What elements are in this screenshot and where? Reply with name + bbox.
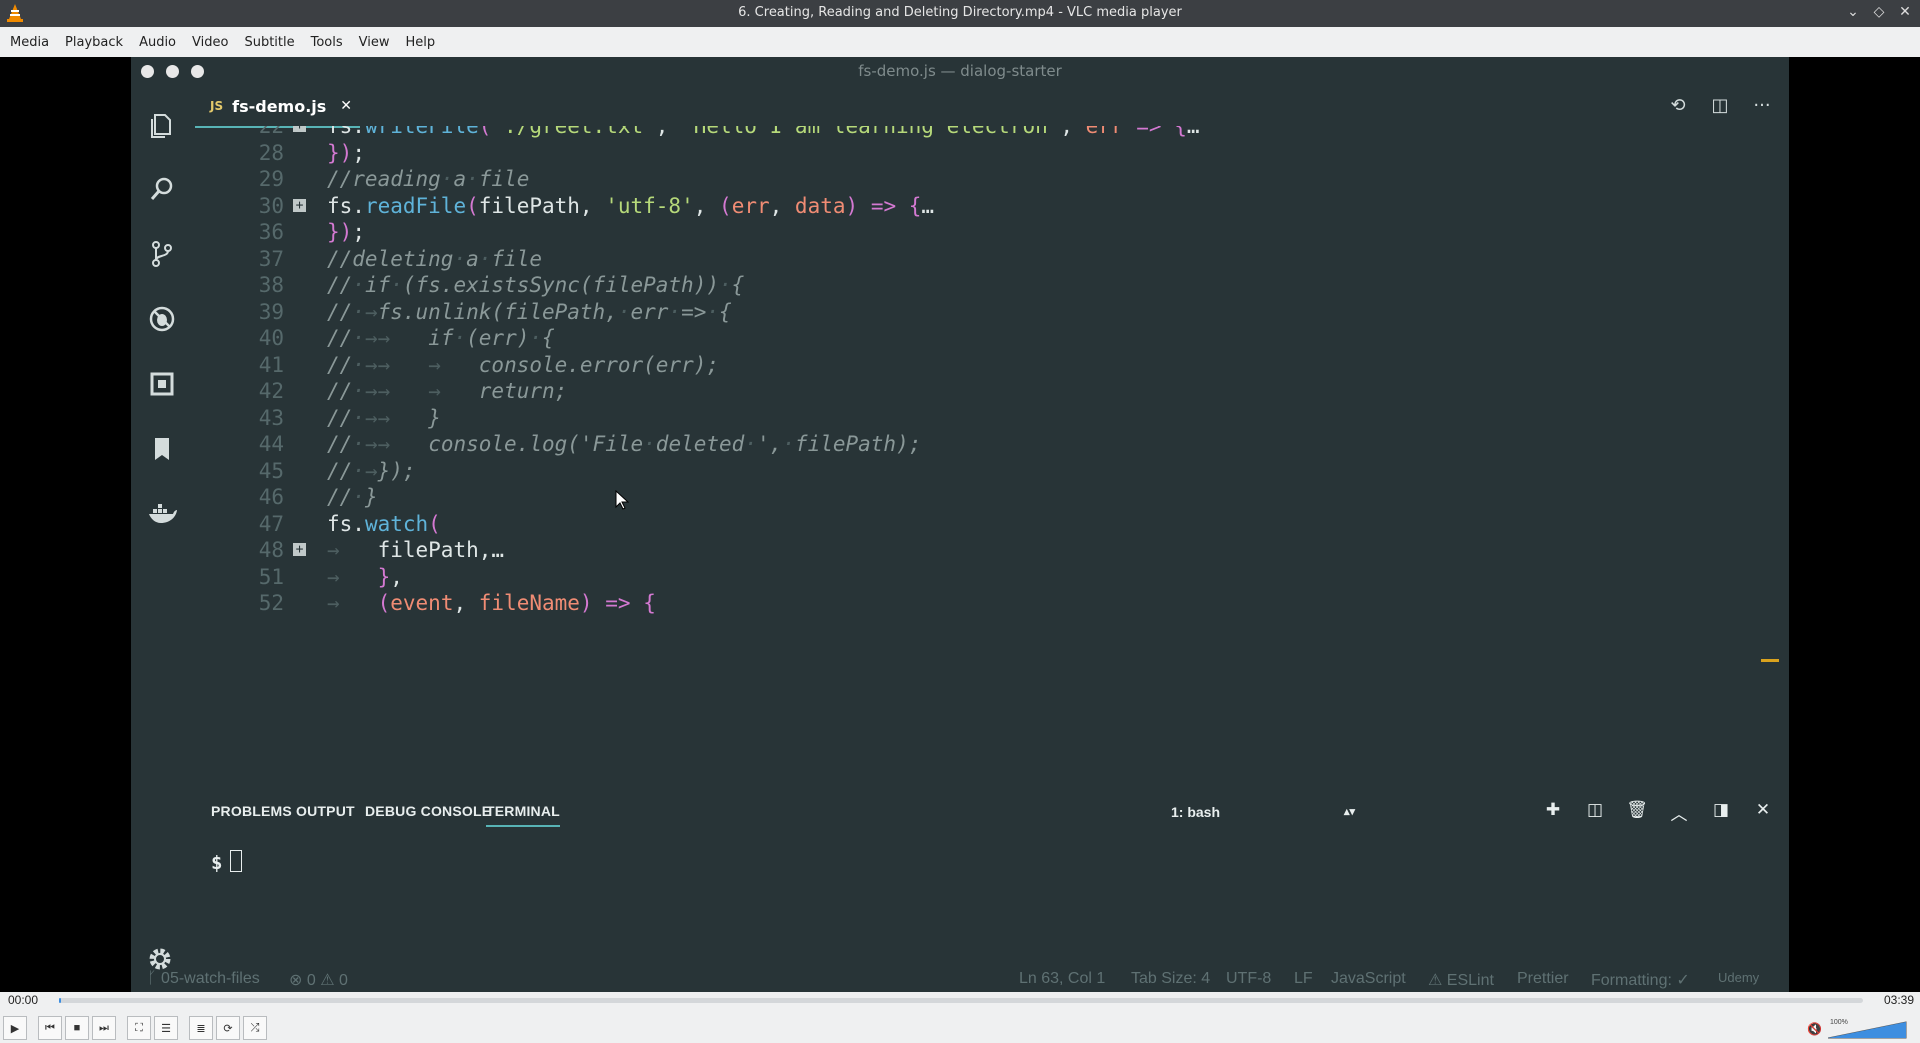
- bookmark-icon: [145, 432, 179, 466]
- terminal-select[interactable]: 1: bash ▴▾: [1163, 799, 1363, 825]
- branch-name: 05-watch-files: [161, 970, 260, 987]
- loop-icon[interactable]: ⟳: [216, 1016, 240, 1040]
- new-terminal-icon[interactable]: ✚: [1541, 800, 1565, 825]
- terminal-prompt-line[interactable]: $: [211, 850, 243, 874]
- vlc-titlebar: 6. Creating, Reading and Deleting Direct…: [0, 0, 1920, 27]
- terminal-select-value: 1: bash: [1171, 804, 1221, 820]
- menu-playback[interactable]: Playback: [57, 35, 131, 50]
- vscode-title: fs-demo.js — dialog-starter: [858, 62, 1062, 80]
- formatting-status[interactable]: Formatting: ✓: [1591, 970, 1690, 990]
- close-panel-icon[interactable]: ✕: [1751, 800, 1775, 825]
- error-count: 0: [306, 972, 316, 989]
- tab-size[interactable]: Tab Size: 4: [1131, 970, 1210, 988]
- vscode-titlebar: fs-demo.js — dialog-starter: [131, 57, 1789, 86]
- extended-settings-icon[interactable]: ☰: [154, 1016, 178, 1040]
- tab-close-icon[interactable]: ✕: [340, 98, 352, 114]
- volume-slider[interactable]: 100%: [1828, 1016, 1908, 1040]
- seek-fill: [59, 998, 61, 1003]
- panel-layout-icon[interactable]: ◨: [1709, 800, 1733, 825]
- play-icon[interactable]: ▶: [3, 1016, 27, 1040]
- tab-label: fs-demo.js: [232, 96, 327, 116]
- next-icon[interactable]: ⏭: [92, 1016, 116, 1040]
- terminal-prompt: $: [211, 852, 223, 874]
- vlc-controls: 00:00 03:39 ▶ ⏮ ■ ⏭ ⛶ ☰ ≣ ⟳ ⤮ 🔇 100%: [0, 992, 1920, 1043]
- playlist-icon[interactable]: ≣: [189, 1016, 213, 1040]
- branch-indicator[interactable]: ᚴ 05-watch-files: [147, 970, 260, 988]
- window-title: 6. Creating, Reading and Deleting Direct…: [738, 5, 1182, 20]
- warning-icon: ⚠: [1428, 972, 1447, 989]
- branch-icon: ᚴ: [147, 970, 162, 987]
- language-mode[interactable]: JavaScript: [1331, 970, 1406, 988]
- code-line[interactable]: 52 → (event, fileName) => {: [195, 587, 1595, 619]
- fold-expand-icon[interactable]: +: [293, 126, 306, 132]
- status-bar: ᚴ 05-watch-files ⊗ 0 ⚠ 0 Ln 63, Col 1 Ta…: [131, 968, 1789, 992]
- muted-speaker-icon[interactable]: 🔇: [1807, 1022, 1822, 1036]
- volume-label: 100%: [1830, 1019, 1848, 1026]
- minimap-marker: [1761, 659, 1779, 662]
- menu-media[interactable]: Media: [2, 35, 57, 50]
- close-dot-icon: [141, 65, 154, 78]
- shuffle-icon[interactable]: ⤮: [243, 1016, 267, 1040]
- code-text: → (event, fileName) => {: [327, 591, 656, 615]
- maximize-dot-icon: [191, 65, 204, 78]
- seek-slider[interactable]: [59, 998, 1863, 1003]
- more-actions-icon[interactable]: ···: [1751, 95, 1773, 116]
- menu-video[interactable]: Video: [184, 35, 236, 50]
- cursor-position[interactable]: Ln 63, Col 1: [1019, 970, 1105, 988]
- terminal-cursor: [230, 850, 243, 872]
- fold-expand-icon[interactable]: +: [293, 543, 306, 556]
- files-icon: [145, 108, 179, 142]
- previous-icon[interactable]: ⏮: [38, 1016, 62, 1040]
- stop-icon[interactable]: ■: [65, 1016, 89, 1040]
- source-control-icon: [145, 237, 179, 271]
- tab-debug-console[interactable]: DEBUG CONSOLE: [365, 803, 491, 819]
- eslint-label: ESLint: [1446, 972, 1494, 989]
- minimize-icon[interactable]: ⌄: [1844, 4, 1862, 20]
- line-number: 52: [258, 591, 284, 615]
- trash-icon[interactable]: 🗑: [1625, 800, 1649, 825]
- warning-icon: ⚠: [315, 972, 339, 989]
- menu-help[interactable]: Help: [398, 35, 444, 50]
- open-changes-icon[interactable]: ⟲: [1667, 95, 1689, 116]
- editor-tabbar: JS fs-demo.js ✕ ⟲ ◫ ···: [195, 86, 1789, 128]
- warning-count: 0: [339, 972, 348, 989]
- video-area[interactable]: fs-demo.js — dialog-starter JS fs-demo.j…: [0, 57, 1920, 992]
- time-total: 03:39: [1883, 993, 1914, 1007]
- select-arrows-icon: ▴▾: [1343, 806, 1355, 818]
- close-icon[interactable]: ✕: [1896, 4, 1914, 20]
- tab-fs-demo[interactable]: JS fs-demo.js ✕: [195, 86, 360, 128]
- encoding[interactable]: UTF-8: [1226, 970, 1271, 988]
- js-file-icon: JS: [210, 99, 224, 113]
- menu-bar: Media Playback Audio Video Subtitle Tool…: [0, 27, 1920, 58]
- activity-bar: [131, 86, 195, 986]
- docker-icon: [145, 497, 179, 531]
- split-terminal-icon[interactable]: ◫: [1583, 800, 1607, 825]
- maximize-panel-icon[interactable]: ︿: [1667, 800, 1691, 825]
- udemy-watermark: Udemy: [1718, 970, 1760, 985]
- extensions-icon: [145, 367, 179, 401]
- menu-subtitle[interactable]: Subtitle: [236, 35, 302, 50]
- tab-output[interactable]: OUTPUT: [296, 803, 355, 819]
- search-icon: [145, 172, 179, 206]
- menu-view[interactable]: View: [351, 35, 398, 50]
- tab-terminal[interactable]: TERMINAL: [486, 803, 560, 827]
- minimize-dot-icon: [166, 65, 179, 78]
- maximize-icon[interactable]: ◇: [1870, 4, 1888, 20]
- eslint-status[interactable]: ⚠ ESLint: [1428, 970, 1494, 990]
- prettier-status[interactable]: Prettier: [1517, 970, 1569, 988]
- error-icon: ⊗: [289, 972, 307, 989]
- eol[interactable]: LF: [1294, 970, 1313, 988]
- menu-tools[interactable]: Tools: [303, 35, 351, 50]
- split-editor-icon[interactable]: ◫: [1709, 95, 1731, 116]
- fold-expand-icon[interactable]: +: [293, 198, 306, 212]
- menu-audio[interactable]: Audio: [131, 35, 184, 50]
- tab-problems[interactable]: PROBLEMS: [211, 803, 292, 819]
- vscode-window: fs-demo.js — dialog-starter JS fs-demo.j…: [131, 57, 1789, 992]
- bottom-panel: PROBLEMS OUTPUT DEBUG CONSOLE TERMINAL 1…: [195, 795, 1789, 992]
- time-elapsed: 00:00: [8, 993, 39, 1007]
- code-editor[interactable]: 22+fs.writeFile('./greet.txt', 'Hello I …: [195, 126, 1789, 794]
- debug-icon: [145, 302, 179, 336]
- fullscreen-icon[interactable]: ⛶: [127, 1016, 151, 1040]
- problems-indicator[interactable]: ⊗ 0 ⚠ 0: [289, 970, 348, 990]
